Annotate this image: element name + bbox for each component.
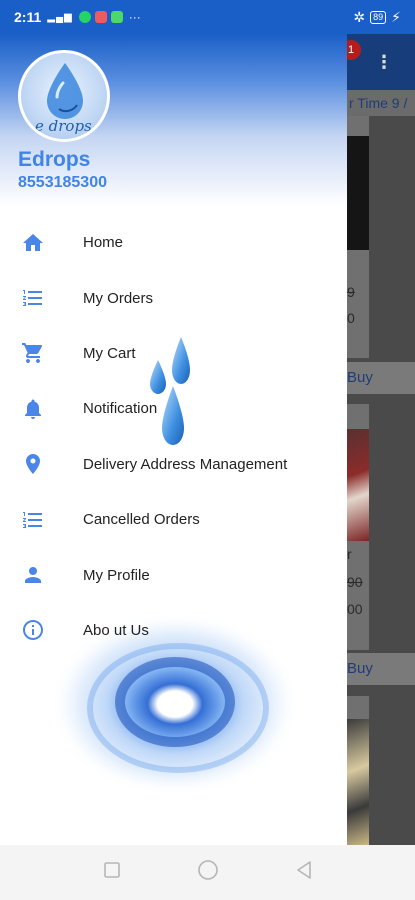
- menu-label: My Profile: [83, 566, 150, 584]
- cart-icon: [20, 340, 46, 366]
- menu-item-home[interactable]: Home: [0, 215, 347, 270]
- drawer-header: e drops Edrops 8553185300: [0, 34, 347, 206]
- new-price: 0: [347, 310, 355, 326]
- system-nav-bar: [0, 845, 415, 900]
- signal-icon: ▂▄▆: [47, 11, 73, 23]
- menu-label: My Cart: [83, 344, 136, 362]
- user-phone: 8553185300: [18, 174, 107, 191]
- navigation-drawer: e drops Edrops 8553185300 Home My Orders…: [0, 34, 347, 845]
- background-app: 1 ⋮ r Time 9 / 9 0 Buy r 90 00 Buy: [347, 34, 415, 845]
- edrops-logo: e drops: [18, 50, 110, 142]
- background-toolbar: 1 ⋮: [347, 34, 415, 90]
- info-icon: [20, 617, 46, 643]
- product-image: [347, 429, 369, 541]
- overflow-menu-icon[interactable]: ⋮: [375, 52, 393, 73]
- message-notification-icon: [110, 11, 123, 23]
- bell-icon: [20, 396, 46, 422]
- delivery-time-strip: r Time 9 /: [347, 90, 415, 116]
- menu-label: My Orders: [83, 289, 154, 307]
- person-icon: [20, 562, 46, 588]
- charging-icon: ⚡: [391, 8, 401, 25]
- back-button[interactable]: [295, 860, 313, 885]
- status-time: 2:11: [14, 9, 42, 25]
- menu-item-notification[interactable]: Notification: [0, 381, 347, 436]
- battery-icon: 89: [370, 10, 387, 24]
- old-price: 9: [347, 284, 355, 300]
- old-price: 90: [347, 574, 363, 590]
- menu-item-my-orders[interactable]: My Orders: [0, 270, 347, 325]
- whatsapp-notification-icon: [78, 11, 91, 23]
- buy-button[interactable]: Buy: [347, 362, 415, 394]
- location-pin-icon: [20, 451, 46, 477]
- menu-item-delivery-address[interactable]: Delivery Address Management: [0, 437, 347, 492]
- product-image: [347, 136, 369, 250]
- menu-item-cancelled-orders[interactable]: Cancelled Orders: [0, 492, 347, 547]
- vibrate-icon: ✲: [353, 8, 366, 25]
- drawer-menu: Home My Orders My Cart Notification Deli…: [0, 215, 347, 658]
- user-name: Edrops: [18, 148, 91, 171]
- menu-item-my-cart[interactable]: My Cart: [0, 326, 347, 381]
- menu-label: Delivery Address Management: [83, 455, 288, 473]
- product-image: [347, 719, 369, 845]
- logo-text: e drops: [35, 117, 92, 135]
- list-icon: [20, 285, 46, 311]
- status-bar: 2:11 ▂▄▆ ··· ✲ 89 ⚡: [0, 0, 415, 34]
- menu-label: Notification: [83, 400, 158, 418]
- buy-button[interactable]: Buy: [347, 653, 415, 685]
- product-title: r: [347, 546, 352, 562]
- home-icon: [20, 230, 46, 256]
- menu-item-my-profile[interactable]: My Profile: [0, 547, 347, 602]
- cart-badge: 1: [347, 40, 361, 60]
- home-button[interactable]: [197, 859, 219, 886]
- menu-label: Abo ut Us: [83, 621, 149, 639]
- recents-button[interactable]: [103, 861, 121, 884]
- menu-item-about-us[interactable]: Abo ut Us: [0, 603, 347, 658]
- menu-label: Cancelled Orders: [83, 511, 200, 529]
- app-notification-icon: [94, 11, 107, 23]
- menu-label: Home: [83, 234, 124, 252]
- list-icon: [20, 507, 46, 533]
- new-price: 00: [347, 601, 363, 617]
- more-notifications-icon: ···: [128, 10, 141, 24]
